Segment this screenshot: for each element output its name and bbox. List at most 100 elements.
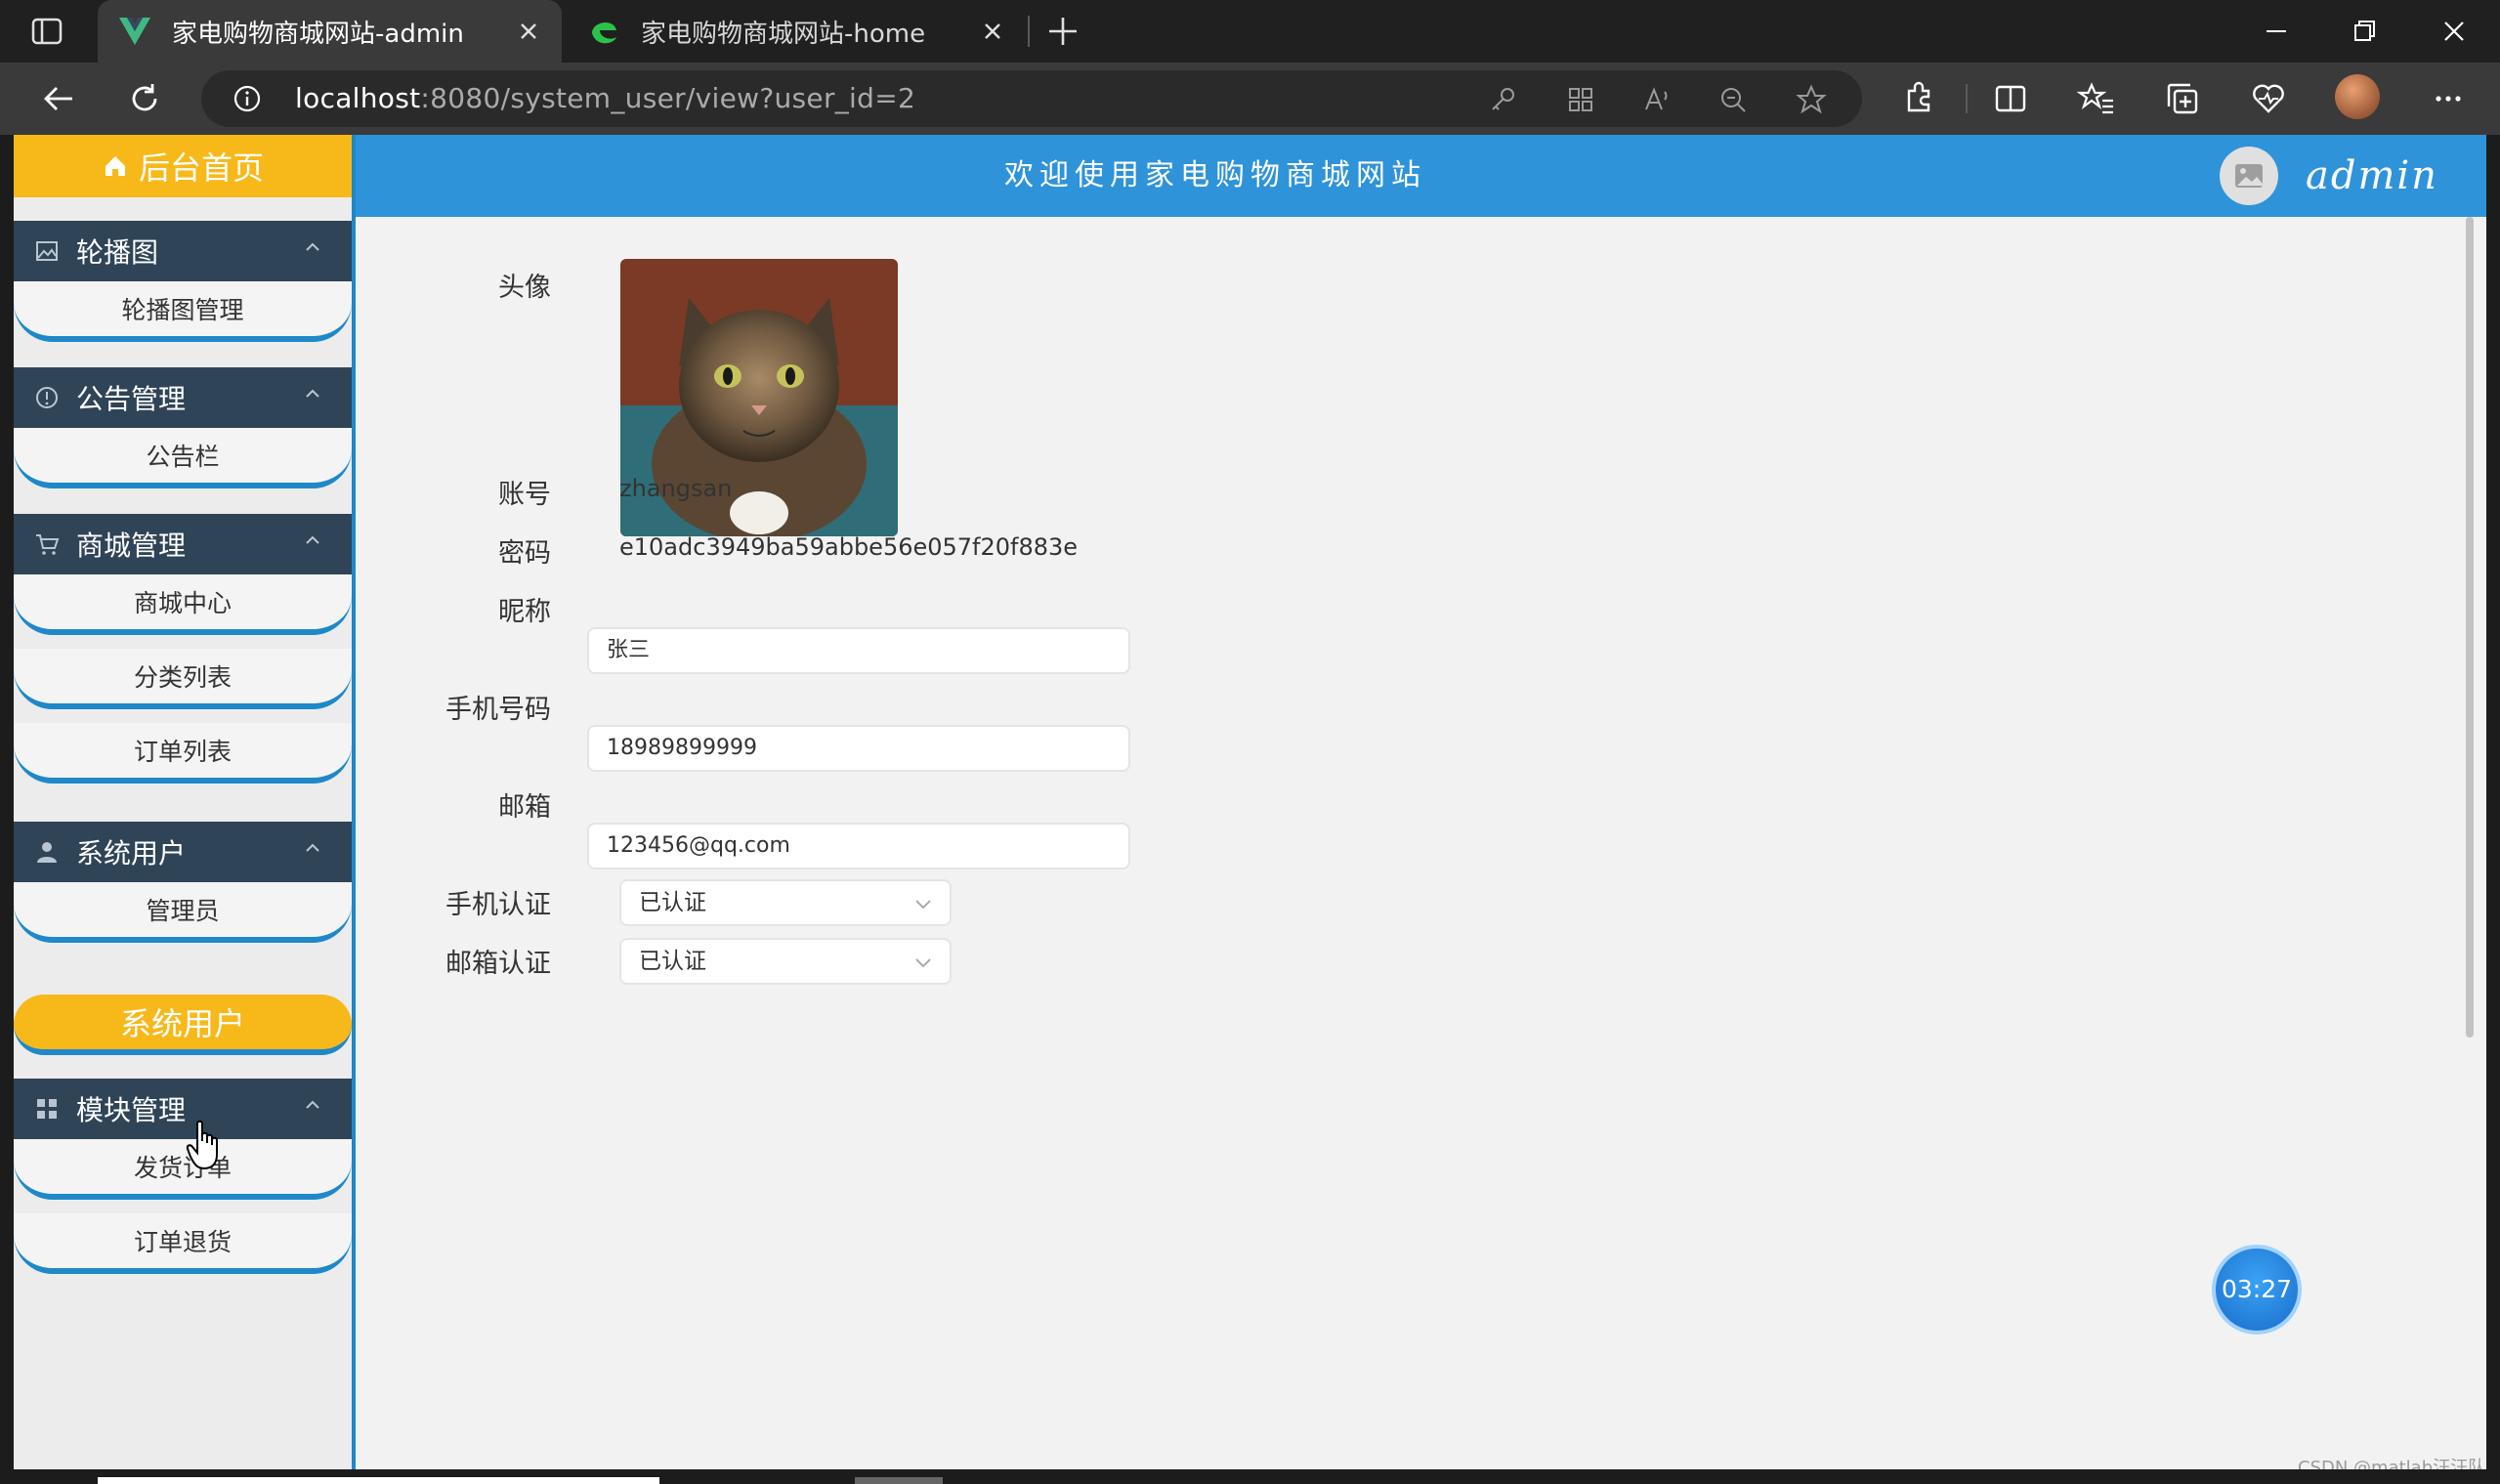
vue-logo-icon	[117, 14, 152, 49]
chevron-up-icon	[303, 240, 322, 254]
avatar-label: 头像	[498, 273, 551, 303]
email-input[interactable]: 123456@qq.com	[587, 823, 1130, 869]
chevron-up-icon	[303, 841, 322, 855]
progress-segment	[98, 1477, 659, 1484]
cart-icon	[33, 530, 61, 558]
tab-admin[interactable]: 家电购物商城网站-admin	[98, 0, 562, 63]
extensions-icon[interactable]	[1899, 79, 1938, 118]
edge-logo-icon	[586, 14, 621, 49]
sidebar-item-carousel-manage[interactable]: 轮播图管理	[14, 281, 352, 342]
tab-home[interactable]: 家电购物商城网站-home	[567, 0, 1026, 63]
sidebar-item-order-returns[interactable]: 订单退货	[14, 1213, 352, 1274]
username[interactable]: admin	[2306, 135, 2438, 217]
home-label: 后台首页	[138, 149, 264, 187]
chevron-up-icon	[303, 1098, 322, 1112]
sidebar-item-notice-board[interactable]: 公告栏	[14, 428, 352, 488]
sidebar-group-title: 模块管理	[76, 1094, 187, 1126]
info-icon	[33, 384, 61, 411]
image-icon	[33, 237, 61, 265]
email-verify-select[interactable]: 已认证	[619, 938, 952, 985]
password-value: e10adc3949ba59abbe56e057f20f883e	[619, 533, 1079, 561]
user-detail-form: 头像 账号 zhangsan 密码 e10adc3949ba59abbe56e0…	[356, 217, 2476, 1469]
sidebar-group-title: 轮播图	[76, 236, 159, 269]
email-label: 邮箱	[498, 792, 551, 823]
tab-divider	[1028, 16, 1030, 47]
split-screen-icon[interactable]	[1991, 79, 2030, 118]
phone-label: 手机号码	[445, 695, 551, 725]
tab-actions-icon[interactable]	[29, 14, 64, 49]
phone-verify-value: 已认证	[639, 890, 706, 915]
user-avatar[interactable]	[2220, 147, 2278, 205]
phone-verify-select[interactable]: 已认证	[619, 879, 952, 926]
favorite-star-icon[interactable]	[1796, 84, 1827, 115]
sidebar-item-shipping-orders[interactable]: 发货订单	[14, 1139, 352, 1200]
chevron-up-icon	[303, 533, 322, 547]
tab-title: 家电购物商城网站-admin	[172, 19, 464, 49]
apps-icon[interactable]	[1565, 84, 1596, 115]
site-info-icon[interactable]	[233, 84, 262, 113]
user-icon	[33, 838, 61, 866]
sidebar-group-title: 公告管理	[76, 383, 187, 415]
tab-title: 家电购物商城网站-home	[641, 19, 926, 49]
sidebar-item-mall-center[interactable]: 商城中心	[14, 574, 352, 635]
sidebar-group-notice[interactable]: 公告管理	[14, 367, 352, 428]
refresh-icon[interactable]	[125, 79, 164, 118]
browser-tab-strip: 家电购物商城网站-admin 家电购物商城网站-home	[0, 0, 2500, 63]
image-placeholder-icon	[2235, 164, 2263, 188]
browser-toolbar: localhost:8080/system_user/view?user_id=…	[0, 63, 2500, 135]
grid-icon	[33, 1095, 61, 1123]
account-value: zhangsan	[619, 475, 733, 502]
close-window-icon[interactable]	[2435, 12, 2474, 51]
sidebar-group-mall[interactable]: 商城管理	[14, 514, 352, 574]
scrollbar-thumb[interactable]	[2466, 217, 2474, 1038]
home-icon	[105, 156, 125, 176]
sidebar-item-category-list[interactable]: 分类列表	[14, 649, 352, 709]
url-text: localhost:8080/system_user/view?user_id=…	[295, 82, 916, 114]
restore-icon[interactable]	[2345, 12, 2384, 51]
sidebar-group-module[interactable]: 模块管理	[14, 1079, 352, 1139]
key-icon[interactable]	[1487, 84, 1518, 115]
collections-icon[interactable]	[2163, 79, 2202, 118]
email-verify-label: 邮箱认证	[445, 949, 551, 979]
progress-segment	[855, 1477, 943, 1484]
recording-timer[interactable]: 03:27	[2212, 1245, 2302, 1335]
sidebar-group-system-user[interactable]: 系统用户	[14, 822, 352, 882]
welcome-text: 欢迎使用家电购物商城网站	[1004, 158, 1426, 192]
home-button[interactable]: 后台首页	[14, 135, 352, 197]
sidebar-group-title: 系统用户	[76, 837, 187, 869]
zoom-icon[interactable]	[1717, 84, 1749, 115]
health-icon[interactable]	[2249, 79, 2288, 118]
phone-input[interactable]: 18989899999	[587, 725, 1130, 772]
read-aloud-icon[interactable]	[1641, 84, 1673, 115]
hand-cursor-icon	[186, 1120, 225, 1172]
profile-avatar[interactable]	[2335, 74, 2380, 119]
sidebar-group-carousel[interactable]: 轮播图	[14, 221, 352, 281]
sidebar-group-title: 商城管理	[76, 530, 187, 562]
minimize-icon[interactable]	[2257, 12, 2296, 51]
sidebar-item-system-user[interactable]: 系统用户	[14, 995, 352, 1055]
sidebar-item-order-list[interactable]: 订单列表	[14, 723, 352, 784]
address-bar[interactable]: localhost:8080/system_user/view?user_id=…	[201, 70, 1862, 127]
content-scrollbar[interactable]	[2464, 217, 2476, 1469]
more-icon[interactable]	[2429, 79, 2468, 118]
sidebar-item-admin[interactable]: 管理员	[14, 882, 352, 943]
nickname-input[interactable]: 张三	[587, 627, 1130, 674]
back-icon[interactable]	[39, 79, 78, 118]
sidebar: 后台首页 轮播图 轮播图管理 公告管理 公告栏 商城管理 商城中心 分类列表 订…	[14, 135, 356, 1469]
email-verify-value: 已认证	[639, 949, 706, 974]
chevron-up-icon	[303, 387, 322, 401]
toolbar-divider	[1966, 84, 1968, 113]
top-header: 欢迎使用家电购物商城网站 admin	[356, 135, 2486, 217]
close-tab-icon[interactable]	[979, 18, 1006, 45]
account-label: 账号	[498, 480, 551, 510]
phone-verify-label: 手机认证	[445, 890, 551, 920]
bottom-strip	[0, 1469, 2500, 1484]
nickname-label: 昵称	[498, 597, 551, 627]
close-tab-icon[interactable]	[515, 18, 542, 45]
password-label: 密码	[498, 538, 551, 569]
chevron-down-icon	[915, 900, 931, 910]
new-tab-icon[interactable]	[1043, 14, 1082, 49]
page-viewport: 后台首页 轮播图 轮播图管理 公告管理 公告栏 商城管理 商城中心 分类列表 订…	[14, 135, 2486, 1469]
chevron-down-icon	[915, 958, 931, 968]
favorites-icon[interactable]	[2077, 79, 2116, 118]
